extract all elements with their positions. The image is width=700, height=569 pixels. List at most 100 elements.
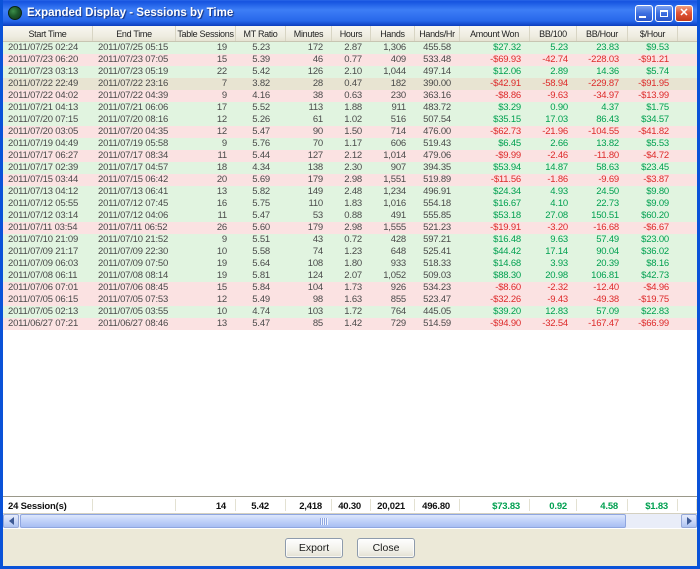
cell-hands_hr: 496.80 bbox=[415, 499, 460, 511]
column-header-bb_100[interactable]: BB/100 bbox=[530, 26, 577, 41]
cell-bb_100: 12.83 bbox=[545, 306, 568, 317]
cell-dollar_hour: -$4.96 bbox=[643, 282, 669, 293]
cell-start_time: 2011/07/20 03:05 bbox=[8, 126, 79, 137]
table-row[interactable]: 2011/07/22 04:02 2011/07/22 04:39 9 4.16 38 0… bbox=[3, 90, 697, 102]
cell-hours: 2.87 bbox=[344, 42, 362, 53]
table-row[interactable]: 2011/07/23 06:20 2011/07/23 07:05 15 5.39 46… bbox=[3, 54, 697, 66]
cell-hands_hr: 507.54 bbox=[423, 114, 451, 125]
cell-end_time: 2011/06/27 08:46 bbox=[98, 318, 169, 329]
scrollbar-track[interactable] bbox=[627, 514, 681, 528]
cell-amount_won: $35.15 bbox=[493, 114, 521, 125]
column-header-table_sessions[interactable]: Table Sessions bbox=[176, 26, 236, 41]
close-button[interactable]: Close bbox=[357, 537, 415, 558]
column-header-amount_won[interactable]: Amount Won bbox=[460, 26, 530, 41]
column-header-start_time[interactable]: Start Time bbox=[3, 26, 93, 41]
horizontal-scrollbar[interactable] bbox=[3, 513, 697, 528]
table-row[interactable]: 2011/07/17 02:39 2011/07/17 04:57 18 4.34 13… bbox=[3, 162, 697, 174]
cell-hands: 1,014 bbox=[383, 150, 406, 161]
sessions-table: Start Time End Time Table Sessions MT Ratio… bbox=[3, 26, 697, 528]
cell-end_time: 2011/07/15 06:42 bbox=[98, 174, 169, 185]
column-header-dollar_hour[interactable]: $/Hour bbox=[628, 26, 678, 41]
table-row[interactable]: 2011/07/19 04:49 2011/07/19 05:58 9 5.76 70 1… bbox=[3, 138, 697, 150]
table-row[interactable]: 2011/06/27 07:21 2011/06/27 08:46 13 5.47 85… bbox=[3, 318, 697, 330]
cell-hours: 2.07 bbox=[344, 270, 362, 281]
cell-amount_won: $24.34 bbox=[493, 186, 521, 197]
maximize-icon[interactable] bbox=[655, 4, 673, 22]
table-row[interactable]: 2011/07/10 21:09 2011/07/10 21:52 9 5.51 43 0… bbox=[3, 234, 697, 246]
cell-mt_ratio: 5.84 bbox=[252, 282, 270, 293]
cell-minutes: 28 bbox=[312, 78, 323, 89]
export-button[interactable]: Export bbox=[285, 537, 343, 558]
table-row[interactable]: 2011/07/05 06:15 2011/07/05 07:53 12 5.49 98… bbox=[3, 294, 697, 306]
cell-mt_ratio: 5.51 bbox=[252, 234, 270, 245]
cell-mt_ratio: 5.26 bbox=[252, 114, 270, 125]
cell-filler bbox=[678, 258, 697, 270]
table-row[interactable]: 2011/07/11 03:54 2011/07/11 06:52 26 5.60 17… bbox=[3, 222, 697, 234]
table-row[interactable]: 2011/07/12 05:55 2011/07/12 07:45 16 5.75 11… bbox=[3, 198, 697, 210]
scroll-right-icon[interactable] bbox=[681, 514, 697, 528]
cell-hands_hr: 394.35 bbox=[423, 162, 451, 173]
cell-table_sessions: 13 bbox=[216, 186, 227, 197]
table-row[interactable]: 2011/07/25 02:24 2011/07/25 05:15 19 5.23 17… bbox=[3, 42, 697, 54]
cell-hands_hr: 483.72 bbox=[423, 102, 451, 113]
close-icon[interactable]: ✕ bbox=[675, 4, 693, 22]
scrollbar-thumb[interactable] bbox=[20, 514, 626, 528]
table-row[interactable]: 2011/07/09 06:03 2011/07/09 07:50 19 5.64 10… bbox=[3, 258, 697, 270]
cell-mt_ratio: 5.52 bbox=[252, 102, 270, 113]
table-row[interactable]: 2011/07/13 04:12 2011/07/13 06:41 13 5.82 14… bbox=[3, 186, 697, 198]
cell-hands_hr: 514.59 bbox=[423, 318, 451, 329]
table-row[interactable]: 2011/07/15 03:44 2011/07/15 06:42 20 5.69 17… bbox=[3, 174, 697, 186]
expanded-display-window: Expanded Display - Sessions by Time ✕ St… bbox=[0, 0, 700, 569]
cell-filler bbox=[678, 114, 697, 126]
column-header-bb_hour[interactable]: BB/Hour bbox=[577, 26, 628, 41]
table-row[interactable]: 2011/07/12 03:14 2011/07/12 04:06 11 5.47 53… bbox=[3, 210, 697, 222]
cell-amount_won: -$8.60 bbox=[495, 282, 521, 293]
table-row[interactable]: 2011/07/22 22:49 2011/07/22 23:16 7 3.82 28 0… bbox=[3, 78, 697, 90]
cell-end_time: 2011/07/05 03:55 bbox=[98, 306, 169, 317]
table-row[interactable]: 2011/07/08 06:11 2011/07/08 08:14 19 5.81 12… bbox=[3, 270, 697, 282]
cell-bb_hour: 13.82 bbox=[596, 138, 619, 149]
cell-amount_won: -$62.73 bbox=[490, 126, 521, 137]
table-row[interactable]: 2011/07/23 03:13 2011/07/23 05:19 22 5.42 12… bbox=[3, 66, 697, 78]
column-header-mt_ratio[interactable]: MT Ratio bbox=[236, 26, 286, 41]
cell-minutes: 74 bbox=[312, 246, 323, 257]
table-row[interactable]: 2011/07/05 02:13 2011/07/05 03:55 10 4.74 10… bbox=[3, 306, 697, 318]
cell-hands: 764 bbox=[390, 306, 406, 317]
cell-hours: 1.42 bbox=[344, 318, 362, 329]
cell-bb_hour: 4.58 bbox=[577, 499, 628, 511]
cell-hands: 729 bbox=[390, 318, 406, 329]
cell-start_time: 2011/07/23 03:13 bbox=[8, 66, 79, 77]
cell-bb_100: 3.93 bbox=[550, 258, 568, 269]
cell-start_time: 2011/07/20 07:15 bbox=[8, 114, 79, 125]
table-row[interactable]: 2011/07/06 07:01 2011/07/06 08:45 15 5.84 10… bbox=[3, 282, 697, 294]
minimize-icon[interactable] bbox=[635, 4, 653, 22]
scroll-left-icon[interactable] bbox=[3, 514, 19, 528]
table-row[interactable]: 2011/07/17 06:27 2011/07/17 08:34 11 5.44 12… bbox=[3, 150, 697, 162]
cell-filler bbox=[678, 174, 697, 186]
column-header-hands_hr[interactable]: Hands/Hr bbox=[415, 26, 460, 41]
cell-end_time: 2011/07/23 07:05 bbox=[98, 54, 169, 65]
cell-hands: 926 bbox=[390, 282, 406, 293]
cell-start_time: 2011/07/11 03:54 bbox=[8, 222, 78, 233]
cell-filler bbox=[678, 78, 697, 90]
table-empty-area bbox=[3, 330, 697, 496]
cell-table_sessions: 10 bbox=[216, 306, 227, 317]
column-header-hands[interactable]: Hands bbox=[371, 26, 415, 41]
cell-hours: 0.63 bbox=[344, 90, 362, 101]
cell-amount_won: $14.68 bbox=[493, 258, 521, 269]
cell-bb_hour: 20.39 bbox=[596, 258, 619, 269]
table-row[interactable]: 2011/07/21 04:13 2011/07/21 06:06 17 5.52 11… bbox=[3, 102, 697, 114]
cell-bb_100: -32.54 bbox=[542, 318, 568, 329]
cell-table_sessions: 19 bbox=[216, 270, 227, 281]
cell-dollar_hour: -$13.99 bbox=[638, 90, 669, 101]
cell-table_sessions: 17 bbox=[216, 102, 227, 113]
cell-amount_won: $44.42 bbox=[493, 246, 521, 257]
column-header-hours[interactable]: Hours bbox=[332, 26, 371, 41]
cell-bb_hour: -167.47 bbox=[588, 318, 619, 329]
table-row[interactable]: 2011/07/09 21:17 2011/07/09 22:30 10 5.58 74… bbox=[3, 246, 697, 258]
column-header-end_time[interactable]: End Time bbox=[93, 26, 176, 41]
titlebar[interactable]: Expanded Display - Sessions by Time ✕ bbox=[3, 0, 697, 26]
table-row[interactable]: 2011/07/20 07:15 2011/07/20 08:16 12 5.26 61… bbox=[3, 114, 697, 126]
column-header-minutes[interactable]: Minutes bbox=[286, 26, 332, 41]
table-row[interactable]: 2011/07/20 03:05 2011/07/20 04:35 12 5.47 90… bbox=[3, 126, 697, 138]
